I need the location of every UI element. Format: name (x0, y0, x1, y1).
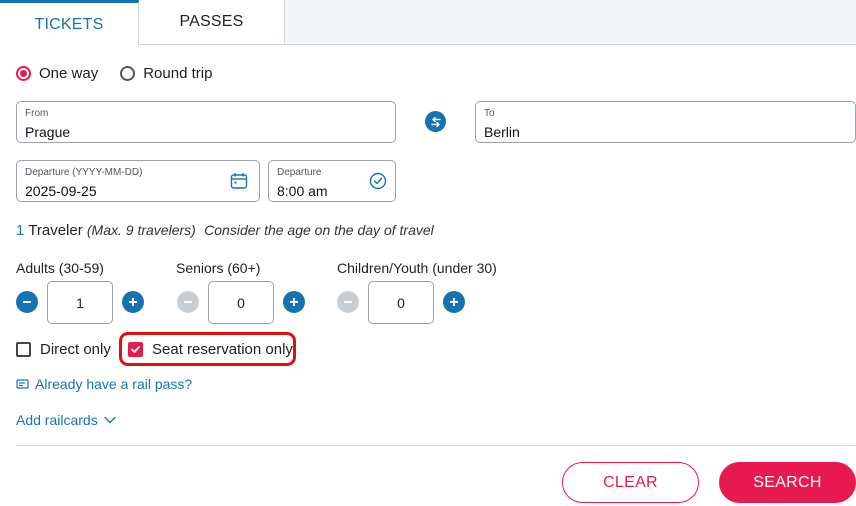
departure-date-label: Departure (YYYY-MM-DD) (25, 167, 143, 178)
tab-passes-label: PASSES (179, 13, 244, 30)
adults-count-input[interactable]: 1 (47, 281, 113, 324)
adults-label: Adults (30-59) (16, 260, 104, 276)
minus-icon (344, 301, 352, 303)
radio-one-way-indicator[interactable] (16, 66, 31, 81)
rail-pass-link[interactable]: Already have a rail pass? (16, 376, 192, 392)
to-field-value: Berlin (484, 124, 520, 140)
chevron-down-icon (104, 416, 116, 424)
adults-increment-button[interactable] (122, 291, 144, 313)
from-field-label: From (25, 108, 49, 119)
tab-tickets[interactable]: TICKETS (0, 0, 139, 46)
seniors-decrement-button[interactable] (177, 291, 199, 313)
traveler-max-note: (Max. 9 travelers) (86, 222, 196, 238)
seniors-label: Seniors (60+) (176, 260, 261, 276)
radio-round-trip-indicator[interactable] (120, 66, 136, 81)
from-field[interactable]: From Prague (16, 101, 396, 143)
radio-one-way[interactable]: One way (16, 65, 98, 82)
children-increment-button[interactable] (443, 291, 465, 313)
seat-reservation-only-checkbox[interactable]: Seat reservation only (128, 341, 293, 358)
adults-decrement-button[interactable] (16, 291, 38, 313)
plus-icon (450, 298, 458, 306)
children-count-value: 0 (397, 294, 405, 311)
seniors-count-value: 0 (237, 294, 245, 311)
seniors-increment-button[interactable] (283, 291, 305, 313)
radio-round-trip-label: Round trip (143, 65, 213, 82)
departure-time-label: Departure (277, 167, 322, 178)
plus-icon (129, 298, 137, 306)
radio-one-way-label: One way (39, 65, 99, 82)
adults-count-value: 1 (76, 294, 84, 311)
minus-icon (23, 301, 31, 303)
search-button-label: SEARCH (753, 473, 822, 491)
departure-date-value: 2025-09-25 (25, 183, 97, 199)
clear-button[interactable]: CLEAR (562, 462, 699, 503)
to-field[interactable]: To Berlin (475, 101, 856, 143)
rail-pass-link-label: Already have a rail pass? (35, 376, 193, 392)
calendar-icon[interactable] (230, 172, 248, 190)
to-field-label: To (484, 108, 495, 119)
seat-reservation-only-label: Seat reservation only (152, 341, 293, 358)
checkmark-icon (131, 346, 140, 353)
clear-button-label: CLEAR (603, 473, 658, 491)
add-railcards-label: Add railcards (16, 412, 98, 428)
clock-icon[interactable] (369, 172, 387, 190)
traveler-age-note: Consider the age on the day of travel (204, 222, 434, 238)
tab-tickets-label: TICKETS (34, 15, 104, 33)
add-railcards-link[interactable]: Add railcards (16, 412, 116, 428)
traveler-summary: 1 Traveler (Max. 9 travelers) Consider t… (16, 222, 434, 239)
departure-time-value: 8:00 am (277, 183, 328, 199)
minus-icon (184, 301, 192, 303)
swap-stations-button[interactable] (425, 111, 446, 132)
trip-type-group: One way Round trip (16, 65, 234, 82)
traveler-count: 1 (16, 222, 25, 239)
direct-only-checkbox[interactable]: Direct only (16, 341, 111, 358)
traveler-word: Traveler (28, 222, 83, 239)
tab-bar-filler (285, 0, 856, 45)
plus-icon (290, 298, 298, 306)
rail-pass-icon (16, 379, 29, 389)
radio-round-trip[interactable]: Round trip (120, 65, 212, 82)
seat-reservation-only-box[interactable] (128, 342, 143, 357)
children-count-input[interactable]: 0 (368, 281, 434, 324)
search-button[interactable]: SEARCH (719, 462, 856, 503)
direct-only-label: Direct only (40, 341, 111, 358)
children-label: Children/Youth (under 30) (337, 260, 497, 276)
seniors-count-input[interactable]: 0 (208, 281, 274, 324)
swap-arrows-icon (430, 116, 441, 127)
departure-date-field[interactable]: Departure (YYYY-MM-DD) 2025-09-25 (16, 160, 260, 202)
departure-time-field[interactable]: Departure 8:00 am (268, 160, 396, 202)
from-field-value: Prague (25, 124, 71, 140)
children-decrement-button[interactable] (337, 291, 359, 313)
direct-only-box[interactable] (16, 342, 31, 357)
divider (16, 445, 856, 446)
tab-passes[interactable]: PASSES (139, 0, 285, 45)
